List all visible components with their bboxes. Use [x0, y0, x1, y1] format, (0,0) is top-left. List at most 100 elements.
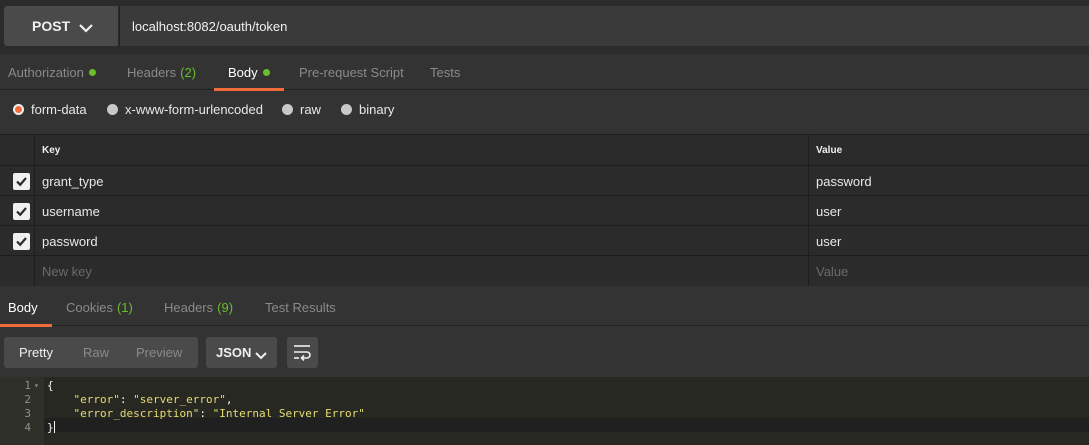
view-mode-raw[interactable]: Raw: [83, 345, 109, 360]
tab-response-headers[interactable]: Headers (9): [164, 288, 233, 326]
divider: [808, 196, 809, 225]
view-mode-segmented-control: Pretty Raw Preview: [4, 337, 198, 368]
checkmark-icon: [16, 237, 27, 247]
divider: [808, 226, 809, 255]
tab-pre-request-script[interactable]: Pre-request Script: [299, 54, 404, 90]
fold-arrow-icon[interactable]: ▾: [34, 381, 39, 390]
status-dot-icon: [262, 68, 270, 76]
format-dropdown[interactable]: JSON: [206, 337, 277, 368]
key-cell[interactable]: password: [42, 234, 98, 249]
line-number: 3: [24, 407, 31, 420]
code-line: }: [47, 421, 55, 434]
tab-body[interactable]: Body: [214, 54, 284, 91]
open-brace: {: [47, 379, 54, 392]
table-row: grant_type password: [0, 166, 1089, 196]
table-row: username user: [0, 196, 1089, 226]
line-number: 4: [24, 421, 31, 434]
new-row: New key Value: [0, 256, 1089, 286]
table-header: Key Value: [0, 135, 1089, 166]
tab-label: Body: [8, 299, 38, 315]
divider: [34, 196, 35, 225]
divider: [808, 256, 809, 286]
code-line: "error": "server_error",: [73, 393, 233, 406]
value-column-header: Value: [816, 145, 843, 156]
divider: [808, 166, 809, 195]
tab-count: (2): [180, 64, 197, 80]
line-number: 1: [24, 379, 31, 392]
checkmark-icon: [16, 177, 27, 187]
divider: [808, 135, 809, 165]
tab-label: Authorization: [8, 64, 84, 80]
form-data-table: Key Value grant_type password username u…: [0, 134, 1089, 286]
wrap-lines-button[interactable]: [287, 337, 318, 368]
tab-count: (9): [217, 299, 234, 315]
response-tabs: Body Cookies (1) Headers (9) Test Result…: [0, 288, 1089, 327]
checkmark-icon: [16, 207, 27, 217]
value-cell[interactable]: user: [816, 204, 841, 219]
radio-x-www-form-urlencoded[interactable]: x-www-form-urlencoded: [107, 102, 263, 117]
tab-label: Headers: [164, 299, 214, 315]
value-cell[interactable]: password: [816, 174, 872, 189]
format-label: JSON: [216, 345, 252, 360]
radio-label: binary: [359, 102, 395, 117]
line-number: 2: [24, 393, 31, 406]
line-number-gutter: 1 ▾ 2 3 4: [0, 377, 44, 445]
tab-count: (1): [116, 299, 133, 315]
tab-headers[interactable]: Headers (2): [127, 54, 196, 90]
status-dot-icon: [88, 68, 96, 76]
body-type-selector: form-data x-www-form-urlencoded raw bina…: [0, 91, 1089, 133]
new-value-input[interactable]: Value: [816, 264, 848, 279]
radio-circle: [282, 104, 293, 115]
radio-form-data[interactable]: form-data: [13, 102, 87, 117]
tab-test-results[interactable]: Test Results: [265, 288, 336, 326]
tab-response-body[interactable]: Body: [0, 288, 52, 327]
active-line-highlight: [44, 418, 1089, 432]
row-checkbox[interactable]: [13, 233, 30, 250]
tab-label: Tests: [430, 64, 461, 80]
tab-label: Headers: [127, 64, 177, 80]
code-line: "error_description": "Internal Server Er…: [73, 407, 365, 420]
key-column-header: Key: [42, 145, 61, 156]
tab-label: Pre-request Script: [299, 64, 404, 80]
chevron-down-icon: [255, 348, 267, 363]
radio-circle: [341, 104, 352, 115]
divider: [34, 135, 35, 165]
key-cell[interactable]: username: [42, 204, 100, 219]
view-mode-pretty[interactable]: Pretty: [19, 345, 53, 360]
view-mode-preview[interactable]: Preview: [136, 345, 182, 360]
request-tabs: Authorization Headers (2) Body Pre-reque…: [0, 54, 1089, 91]
radio-circle: [13, 104, 24, 115]
request-bar: POST localhost:8082/oauth/token: [0, 0, 1089, 54]
json-value: "Internal Server Error": [212, 407, 365, 420]
method-dropdown[interactable]: POST: [4, 6, 118, 46]
tab-label: Body: [228, 64, 258, 80]
url-input[interactable]: localhost:8082/oauth/token: [119, 6, 1089, 46]
tab-label: Test Results: [265, 299, 336, 315]
json-key: "error": [73, 393, 120, 406]
url-text: localhost:8082/oauth/token: [132, 18, 288, 34]
value-cell[interactable]: user: [816, 234, 841, 249]
key-cell[interactable]: grant_type: [42, 174, 103, 189]
radio-circle: [107, 104, 118, 115]
table-row: password user: [0, 226, 1089, 256]
radio-label: raw: [300, 102, 321, 117]
radio-binary[interactable]: binary: [341, 102, 394, 117]
json-key: "error_description": [73, 407, 200, 420]
divider: [34, 166, 35, 195]
tab-tests[interactable]: Tests: [430, 54, 460, 90]
wrap-lines-icon: [294, 345, 311, 361]
divider: [34, 226, 35, 255]
radio-label: x-www-form-urlencoded: [125, 102, 263, 117]
json-value: "server_error": [133, 393, 226, 406]
tab-authorization[interactable]: Authorization: [8, 54, 96, 90]
divider: [34, 256, 35, 286]
response-body-editor[interactable]: 1 ▾ 2 3 4 { "error": "server_error", "er…: [0, 377, 1089, 445]
radio-raw[interactable]: raw: [282, 102, 321, 117]
text-cursor: [53, 421, 55, 433]
tab-cookies[interactable]: Cookies (1): [66, 288, 133, 326]
chevron-down-icon: [79, 20, 93, 36]
response-toolbar: Pretty Raw Preview JSON: [0, 327, 1089, 377]
new-key-input[interactable]: New key: [42, 264, 92, 279]
row-checkbox[interactable]: [13, 173, 30, 190]
row-checkbox[interactable]: [13, 203, 30, 220]
